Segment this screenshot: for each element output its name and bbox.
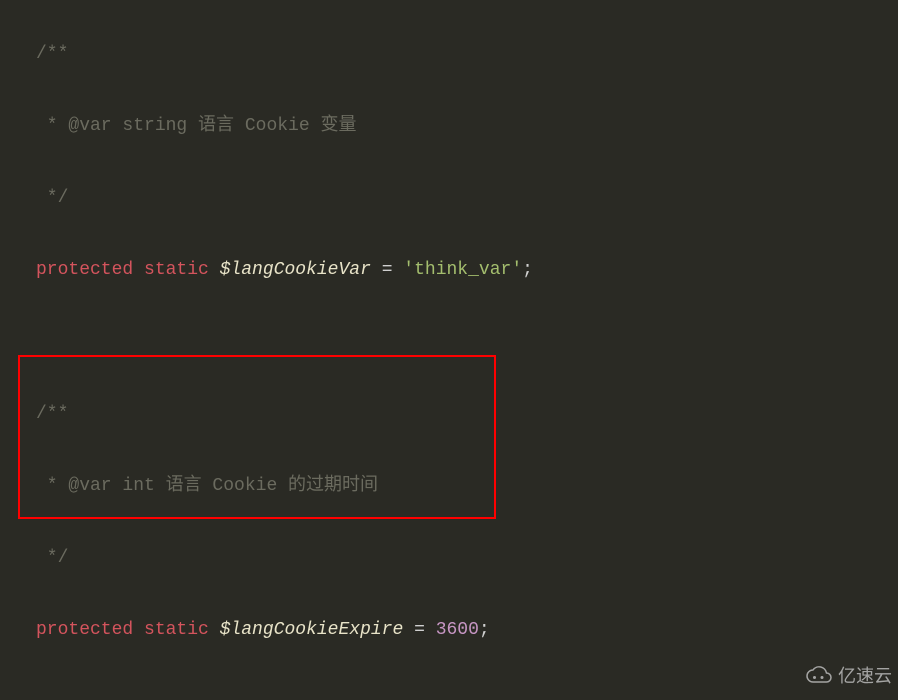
number-literal: 3600 bbox=[436, 620, 479, 640]
comment-line: /** bbox=[36, 36, 898, 72]
comment-line: */ bbox=[36, 540, 898, 576]
doc-annotation: @var int bbox=[68, 476, 154, 496]
blank-line bbox=[36, 324, 898, 360]
comment-text: 语言 Cookie 变量 bbox=[187, 116, 356, 136]
comment-line: * @var int 语言 Cookie 的过期时间 bbox=[36, 468, 898, 504]
doc-annotation: @var string bbox=[68, 116, 187, 136]
comment-line: * @var string 语言 Cookie 变量 bbox=[36, 108, 898, 144]
keyword-static: static bbox=[144, 260, 209, 280]
semicolon: ; bbox=[479, 620, 490, 640]
comment-open: /** bbox=[36, 44, 68, 64]
comment-prefix: * bbox=[36, 476, 68, 496]
variable-name: $langCookieExpire bbox=[220, 620, 404, 640]
blank-line bbox=[36, 684, 898, 700]
keyword-protected: protected bbox=[36, 260, 133, 280]
comment-prefix: * bbox=[36, 116, 68, 136]
comment-open: /** bbox=[36, 404, 68, 424]
semicolon: ; bbox=[522, 260, 533, 280]
string-literal: 'think_var' bbox=[403, 260, 522, 280]
comment-close: */ bbox=[36, 548, 68, 568]
code-line: protected static $langCookieExpire = 360… bbox=[36, 612, 898, 648]
assign-op: = bbox=[371, 260, 403, 280]
variable-name: $langCookieVar bbox=[220, 260, 371, 280]
keyword-static: static bbox=[144, 620, 209, 640]
comment-text: 语言 Cookie 的过期时间 bbox=[155, 476, 378, 496]
comment-line: */ bbox=[36, 180, 898, 216]
comment-close: */ bbox=[36, 188, 68, 208]
assign-op: = bbox=[403, 620, 435, 640]
code-viewer: /** * @var string 语言 Cookie 变量 */ protec… bbox=[0, 0, 898, 700]
comment-line: /** bbox=[36, 396, 898, 432]
keyword-protected: protected bbox=[36, 620, 133, 640]
code-line: protected static $langCookieVar = 'think… bbox=[36, 252, 898, 288]
